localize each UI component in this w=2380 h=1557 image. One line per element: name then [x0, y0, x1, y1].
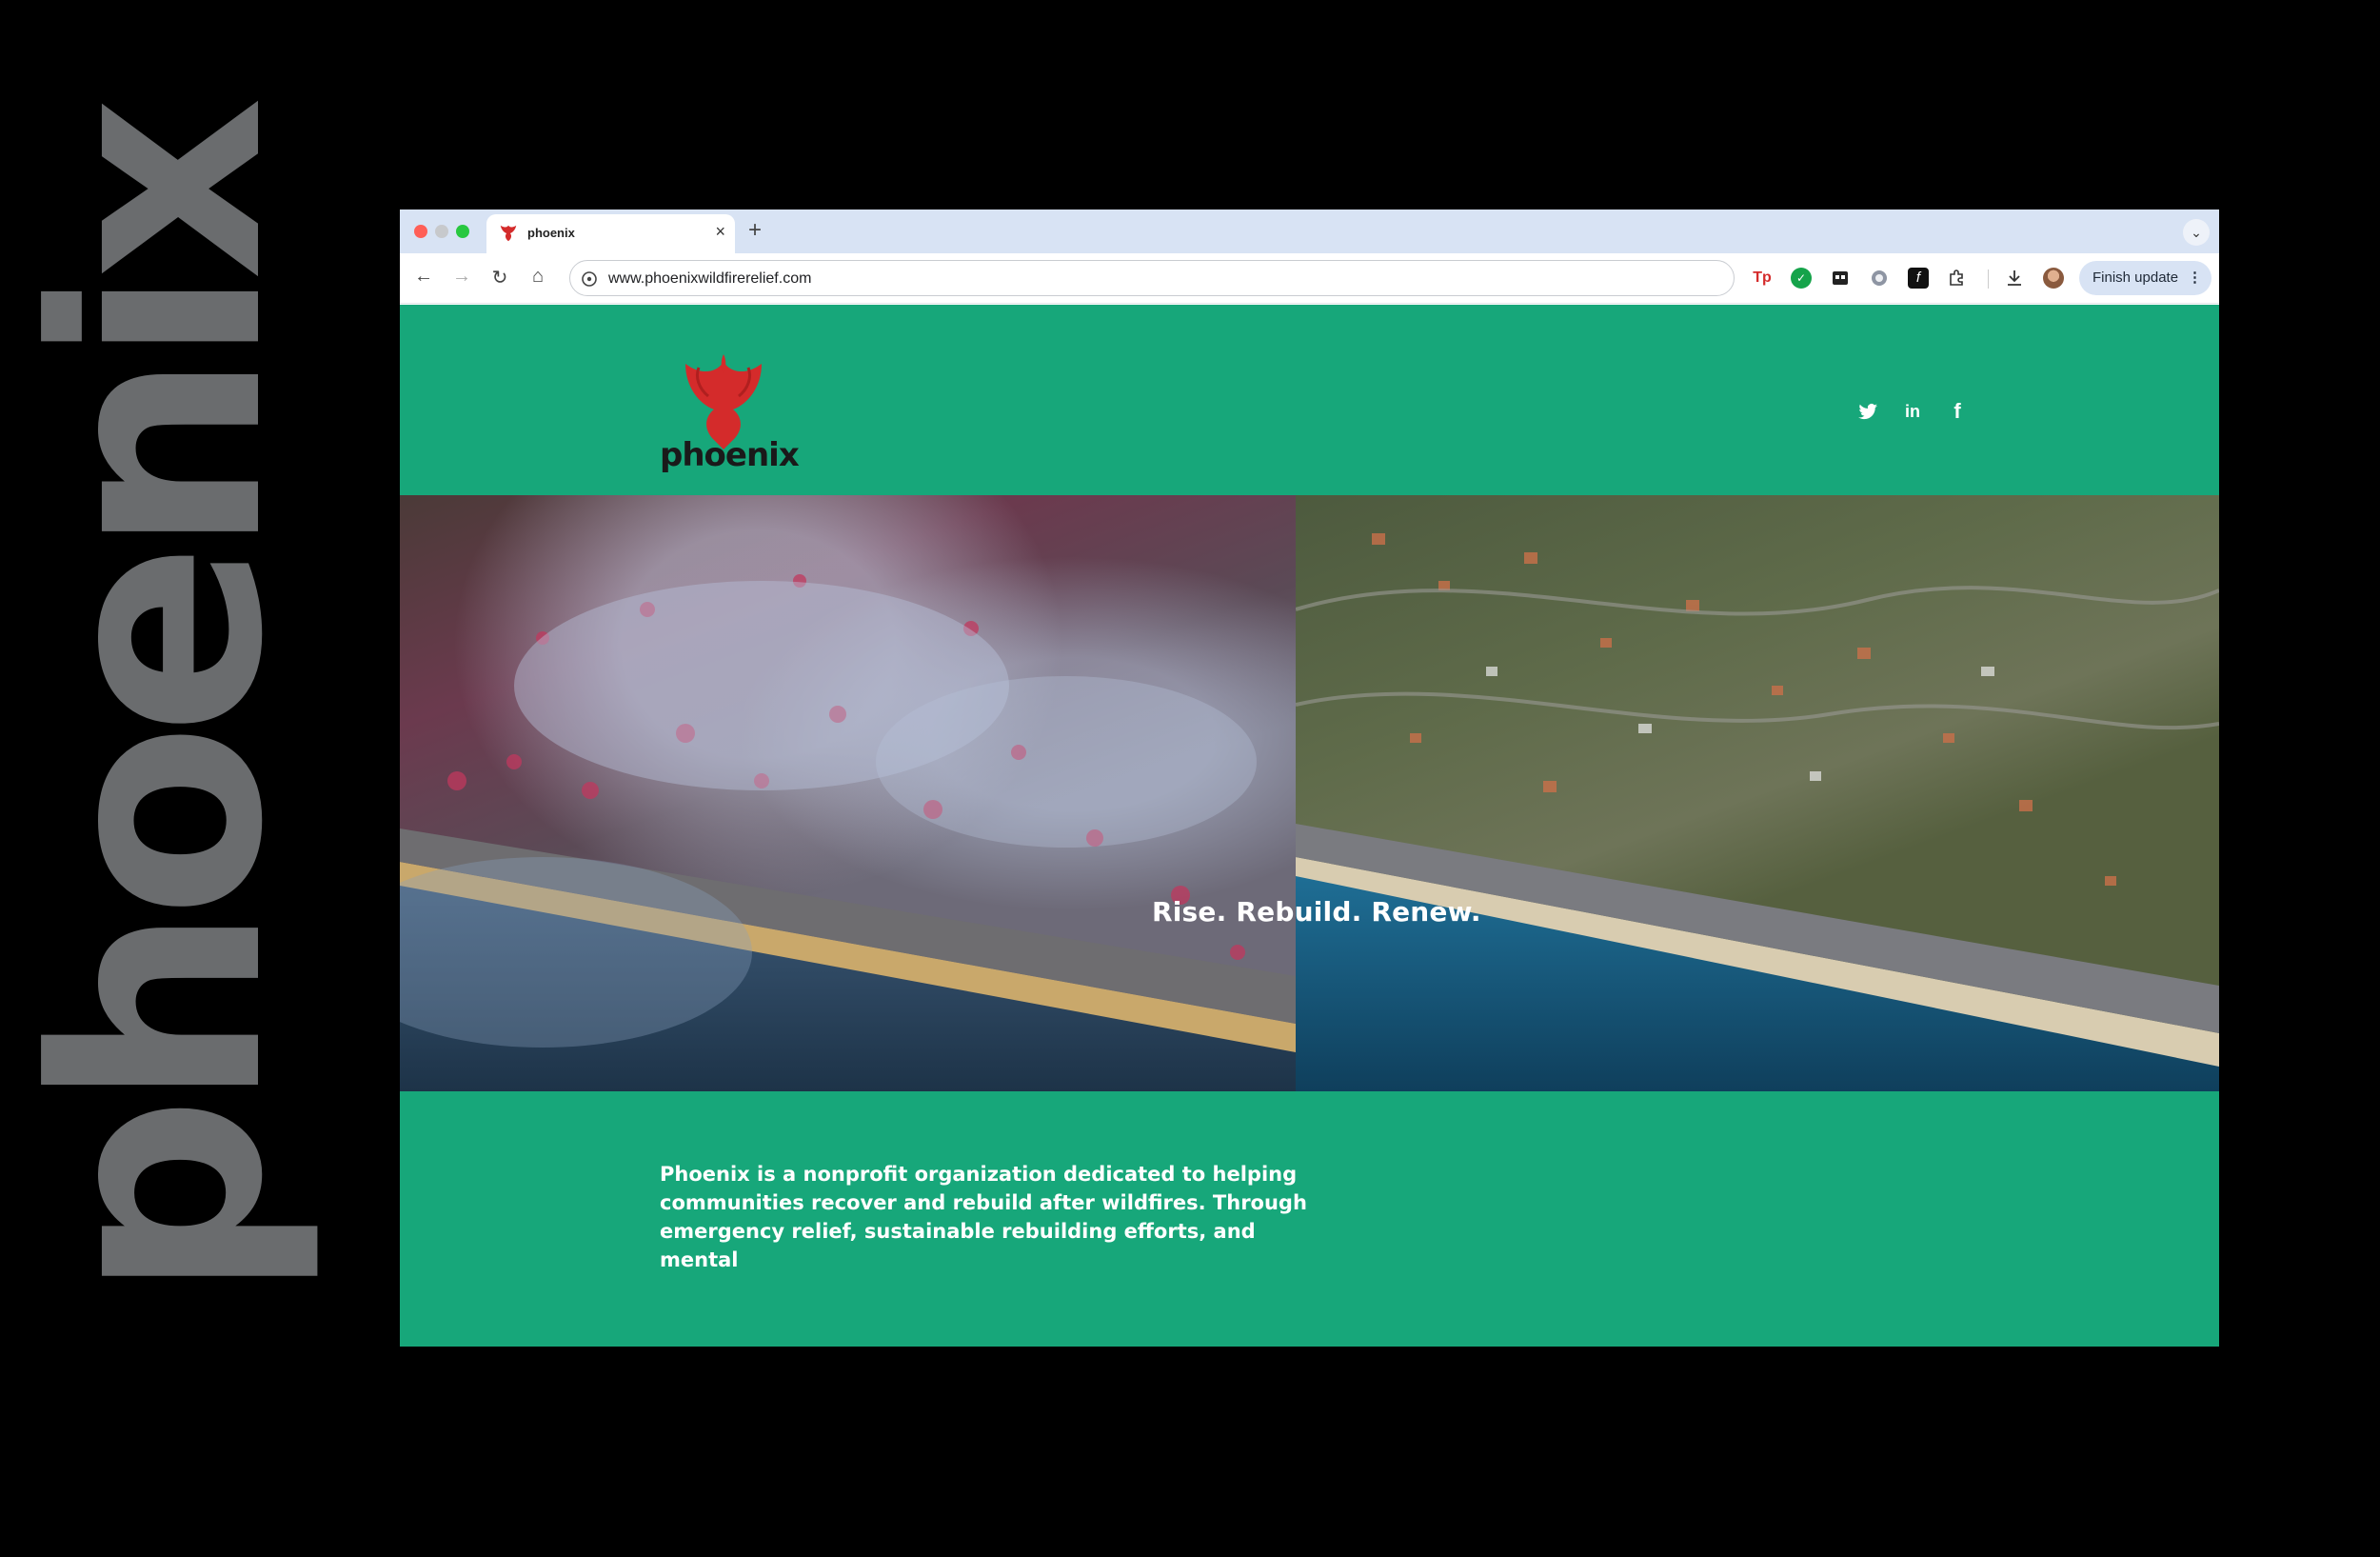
browser-window: phoenix × + ⌄ ← → ↻ ⌂ www.phoenixwildfir…	[400, 210, 2219, 1347]
web-page: phoenix in f Rise. Rebuild. Renew. Phoen…	[400, 305, 2219, 1347]
close-window-button[interactable]	[414, 225, 427, 238]
font-extension-icon[interactable]: f	[1908, 268, 1929, 289]
new-tab-button[interactable]: +	[748, 217, 762, 244]
download-icon[interactable]	[2004, 268, 2025, 289]
twitter-icon[interactable]	[1856, 400, 1879, 423]
finish-update-label: Finish update	[2092, 269, 2179, 286]
close-tab-icon[interactable]: ×	[715, 222, 725, 242]
restored-coastline-image	[1296, 495, 2219, 1091]
grammar-extension-icon[interactable]: ✓	[1791, 268, 1812, 289]
hero-headline: Rise. Rebuild. Renew.	[1152, 896, 1481, 928]
side-brand-text: phoenix	[0, 110, 326, 1300]
forward-arrow-icon[interactable]: →	[449, 266, 474, 288]
minimize-window-button[interactable]	[435, 225, 448, 238]
home-icon[interactable]: ⌂	[526, 266, 550, 288]
facebook-icon[interactable]: f	[1946, 400, 1969, 423]
tp-extension-icon[interactable]: Tp	[1752, 268, 1773, 289]
maximize-window-button[interactable]	[456, 225, 469, 238]
phoenix-favicon-icon	[500, 225, 517, 242]
hero-section: Rise. Rebuild. Renew.	[400, 495, 2219, 1091]
browser-toolbar: ← → ↻ ⌂ www.phoenixwildfirerelief.com Tp…	[400, 253, 2219, 304]
circle-extension-icon[interactable]	[1869, 268, 1890, 289]
site-info-icon[interactable]	[580, 269, 599, 289]
logo-wordmark: phoenix	[660, 436, 800, 474]
back-arrow-icon[interactable]: ←	[411, 266, 436, 288]
tab-search-chevron-icon[interactable]: ⌄	[2183, 219, 2210, 246]
tab-bar: phoenix × + ⌄	[400, 210, 2219, 253]
linkedin-icon[interactable]: in	[1901, 400, 1924, 423]
extensions-puzzle-icon[interactable]	[1946, 268, 1967, 289]
toolbar-divider	[1988, 269, 1989, 289]
more-options-icon[interactable]: ⋮	[2188, 261, 2202, 295]
finish-update-button[interactable]: Finish update ⋮	[2079, 261, 2211, 295]
burned-coastline-image	[400, 495, 1296, 1091]
intro-paragraph: Phoenix is a nonprofit organization dedi…	[660, 1163, 1307, 1271]
url-text[interactable]: www.phoenixwildfirerelief.com	[608, 270, 811, 288]
profile-avatar[interactable]	[2043, 268, 2064, 289]
tab-phoenix[interactable]: phoenix ×	[486, 214, 735, 253]
tab-title: phoenix	[527, 226, 575, 240]
reload-icon[interactable]: ↻	[487, 266, 512, 289]
address-bar[interactable]: www.phoenixwildfirerelief.com	[569, 260, 1735, 296]
tab-manager-extension-icon[interactable]	[1830, 268, 1851, 289]
